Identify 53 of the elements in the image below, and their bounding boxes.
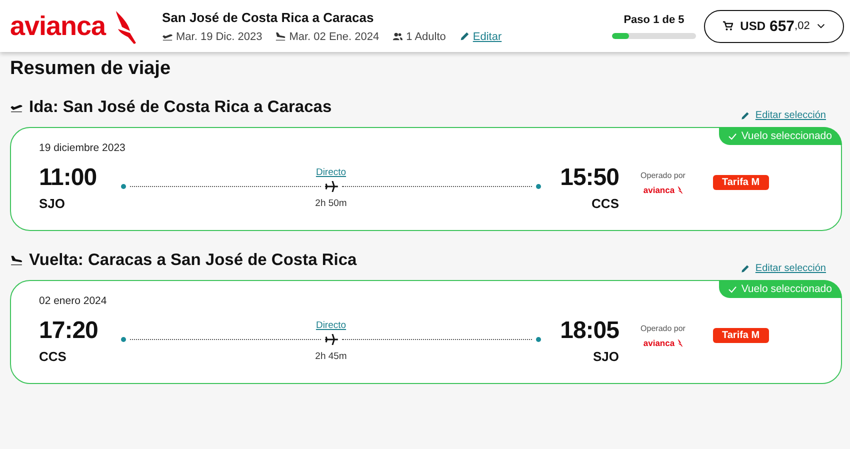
arrival-time: 15:50 [559, 164, 619, 192]
edit-selection-link[interactable]: Editar selección [755, 263, 826, 274]
check-icon [728, 132, 738, 140]
operated-by-label: Operado por [640, 170, 686, 180]
departure-time: 11:00 [39, 164, 98, 192]
airplane-icon [324, 334, 338, 344]
destination-dot [536, 336, 541, 342]
airport-code: CCS [590, 196, 619, 211]
departure-time: 17:20 [39, 317, 99, 345]
bird-logo-icon [676, 186, 683, 194]
departure-date: Mar. 19 Dic. 2023 [176, 30, 262, 42]
flight-duration: 2h 45m [315, 350, 347, 362]
pencil-icon [740, 110, 750, 120]
passenger-count: 1 Adulto [406, 30, 446, 42]
stops-link[interactable]: Directo [316, 166, 346, 178]
avianca-logo-text: avianca [10, 10, 106, 42]
landing-icon [10, 254, 23, 267]
airplane-icon [324, 180, 338, 192]
origin-dot [121, 336, 126, 342]
cart-icon [723, 21, 734, 31]
check-icon [728, 286, 738, 292]
fare-badge: Tarifa M [713, 175, 769, 190]
route-title: San José de Costa Rica a Caracas [162, 10, 375, 24]
page-title: Resumen de viaje [10, 58, 172, 80]
selected-flight-badge: Vuelo seleccionado [719, 127, 842, 145]
airline-logo-text: avianca [643, 338, 675, 348]
destination-dot [536, 184, 541, 188]
landing-icon [275, 31, 286, 42]
stops-link[interactable]: Directo [316, 320, 346, 330]
pencil-icon [740, 264, 750, 274]
airport-code: SJO [592, 349, 619, 364]
flight-date: 02 enero 2024 [39, 295, 108, 307]
airport-code: CCS [39, 349, 68, 364]
flight-duration: 2h 50m [315, 198, 347, 208]
operated-by-label: Operado por [640, 324, 686, 332]
section-heading: Ida: San José de Costa Rica a Caracas [29, 98, 333, 117]
pencil-icon [458, 31, 470, 42]
arrival-time: 18:05 [559, 317, 619, 345]
return-date: Mar. 02 Ene. 2024 [289, 30, 380, 42]
flight-date: 19 diciembre 2023 [39, 142, 126, 154]
origin-dot [121, 184, 126, 188]
airport-code: SJO [39, 196, 66, 211]
cart-total-button[interactable]: USD 657,02 [704, 10, 844, 42]
selected-flight-badge: Vuelo seleccionado [719, 280, 842, 298]
people-icon [392, 31, 404, 42]
edit-selection-link[interactable]: Editar selección [755, 110, 826, 121]
airline-logo-text: avianca [643, 184, 675, 194]
edit-link[interactable]: Editar [472, 30, 502, 42]
section-heading: Vuelta: Caracas a San José de Costa Rica [29, 251, 358, 270]
fare-badge: Tarifa M [713, 328, 769, 343]
bird-logo-icon [676, 338, 683, 346]
chevron-down-icon [816, 23, 825, 29]
step-label: Paso 1 de 5 [622, 14, 686, 26]
